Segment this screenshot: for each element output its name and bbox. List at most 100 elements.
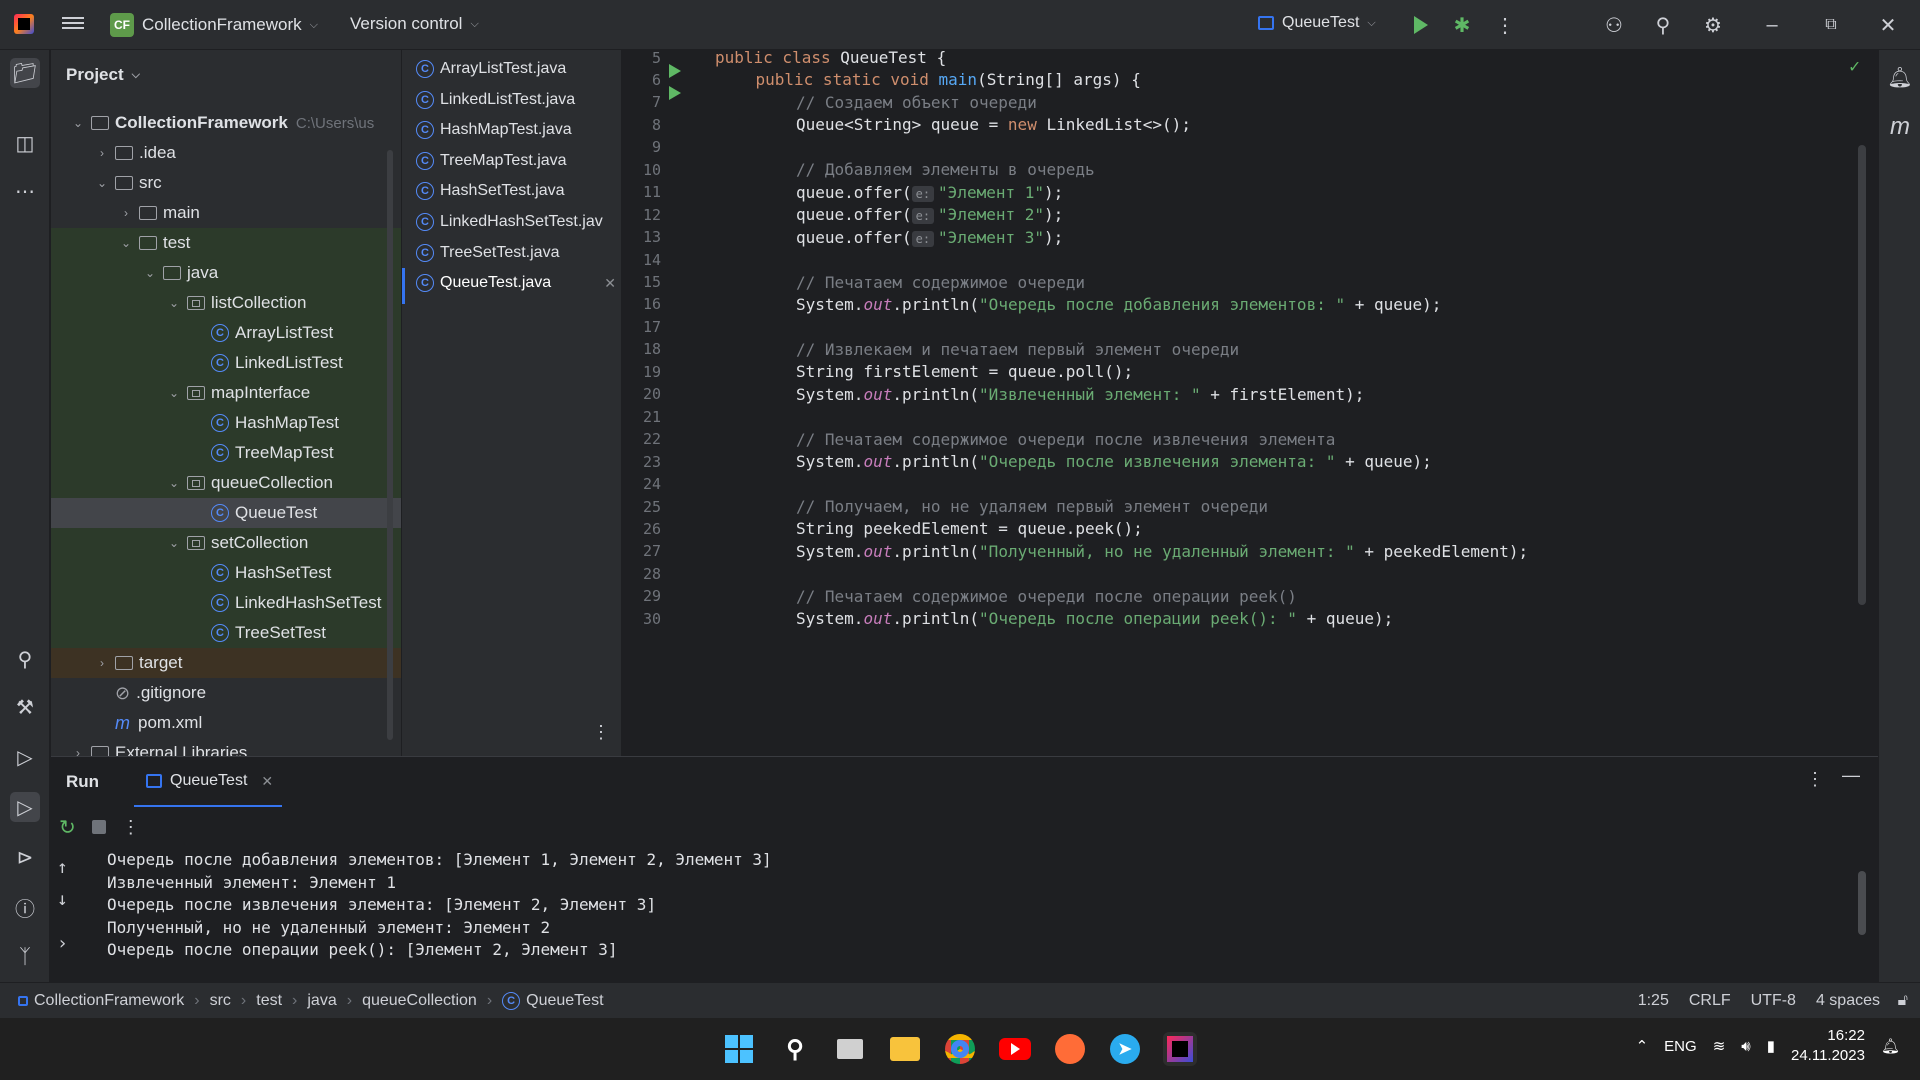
search-everywhere-button[interactable]: ⚲ [1650,12,1676,38]
open-file-item[interactable]: C HashSetTest.java [416,176,616,206]
tree-item[interactable]: ›CHashSetTest [51,558,401,588]
notification-bell-icon[interactable]: 🔔︎ [1881,1037,1900,1055]
windows-start-icon[interactable] [722,1032,756,1066]
tree-item[interactable]: ⌄ mapInterface [51,378,401,408]
chevron-right-icon[interactable]: › [95,656,109,670]
breadcrumb-item[interactable]: queueCollection [362,992,477,1010]
console-vertical-scrollbar[interactable] [1858,871,1866,935]
tree-item[interactable]: ›CTreeSetTest [51,618,401,648]
open-file-item[interactable]: C HashMapTest.java [416,115,616,145]
file-encoding[interactable]: UTF-8 [1751,992,1796,1010]
breadcrumb-item[interactable]: CollectionFramework [34,992,184,1010]
close-tab-icon[interactable]: ✕ [604,275,616,292]
tree-item[interactable]: ›CArrayListTest [51,318,401,348]
chevron-down-icon[interactable]: ⌄ [167,296,181,310]
tree-item[interactable]: ⌄ test [51,228,401,258]
tree-item[interactable]: › .idea [51,138,401,168]
file-explorer-icon[interactable] [888,1032,922,1066]
project-panel-header[interactable]: Project ⌵ [51,50,401,100]
main-menu-icon[interactable] [62,14,84,34]
chevron-right-icon[interactable]: › [57,933,68,954]
task-view-icon[interactable] [833,1032,867,1066]
more-vertical-icon[interactable]: ⋮ [592,722,610,743]
notifications-button[interactable]: 🔔︎ [1885,62,1915,92]
volume-icon[interactable]: 🔊︎ [1741,1038,1750,1055]
tree-item[interactable]: ›⊘.gitignore [51,678,401,708]
minimize-button[interactable]: – [1759,12,1785,38]
chevron-right-icon[interactable]: › [95,146,109,160]
close-button[interactable]: ✕ [1875,12,1901,38]
run-tab-queuetest[interactable]: QueueTest ✕ [134,757,282,807]
chevron-down-icon[interactable]: ⌄ [167,386,181,400]
code-with-me-button[interactable]: ⚇ [1601,12,1627,38]
arrow-down-icon[interactable]: ↓ [57,889,68,910]
run-tool-button[interactable]: ▷ [10,792,40,822]
open-file-item[interactable]: C ArrayListTest.java [416,54,616,84]
open-file-item[interactable]: C QueueTest.java ✕ [402,268,616,305]
project-switcher[interactable]: CF CollectionFramework ⌵ [110,12,318,38]
version-control-menu[interactable]: Version control ⌵ [350,14,479,34]
chevron-up-icon[interactable]: ⌃ [1636,1037,1649,1055]
build-tool-button[interactable]: ⚒ [10,692,40,722]
editor-scrollbar[interactable] [1858,145,1866,605]
wifi-icon[interactable]: ≋ [1713,1037,1726,1055]
chevron-down-icon[interactable]: ⌄ [167,536,181,550]
chevron-down-icon[interactable]: ⌄ [143,266,157,280]
problems-tool-button[interactable]: ⓘ [10,892,40,922]
git-tool-button[interactable]: ᛉ [10,942,40,972]
tree-item[interactable]: ⌄ queueCollection [51,468,401,498]
tree-item[interactable]: ›CHashMapTest [51,408,401,438]
telegram-icon[interactable]: ➤ [1108,1032,1142,1066]
chevron-down-icon[interactable]: ⌄ [119,236,133,250]
tree-item[interactable]: ⌄ src [51,168,401,198]
breadcrumb-item[interactable]: src [210,992,231,1010]
console-output[interactable]: ↑ ↓ › Очередь после добавления элементов… [51,850,1878,1075]
tree-item[interactable]: › target [51,648,401,678]
close-icon[interactable]: ✕ [261,773,273,790]
tree-item[interactable]: › main [51,198,401,228]
restore-button[interactable]: ⧉ [1818,12,1844,38]
tree-item[interactable]: ›CTreeMapTest [51,438,401,468]
line-separator[interactable]: CRLF [1689,992,1731,1010]
breadcrumb-item[interactable]: test [256,992,282,1010]
intellij-taskbar-icon[interactable] [1163,1032,1197,1066]
open-file-item[interactable]: C LinkedListTest.java [416,85,616,115]
find-tool-button[interactable]: ⚲ [10,644,40,674]
tree-item[interactable]: ›mpom.xml [51,708,401,738]
clock[interactable]: 16:22 24.11.2023 [1791,1026,1865,1066]
more-tools-button[interactable]: ⋯ [10,176,40,206]
youtube-icon[interactable] [998,1032,1032,1066]
debug-button[interactable]: ✱ [1449,12,1475,38]
tree-item[interactable]: › External Libraries [51,738,401,756]
code-editor[interactable]: ✓ 5 public class QueueTest {6 public stati… [621,50,1878,756]
arrow-up-icon[interactable]: ↑ [57,857,68,878]
hide-panel-icon[interactable]: — [1842,765,1860,786]
open-file-item[interactable]: C LinkedHashSetTest.jav [416,207,616,237]
tree-item[interactable]: ⌄ java [51,258,401,288]
chevron-right-icon[interactable]: › [71,746,85,756]
tree-item[interactable]: ›CQueueTest [51,498,401,528]
lock-icon[interactable]: 🔓︎ [1898,992,1908,1010]
open-file-item[interactable]: C TreeSetTest.java [416,238,616,268]
indent-setting[interactable]: 4 spaces [1816,992,1880,1010]
tree-item[interactable]: ⌄ listCollection [51,288,401,318]
tree-item[interactable]: ›CLinkedListTest [51,348,401,378]
tree-item[interactable]: ›CLinkedHashSetTest [51,588,401,618]
language-indicator[interactable]: ENG [1664,1038,1697,1055]
battery-icon[interactable]: ▮ [1767,1037,1775,1055]
breadcrumb-item[interactable]: QueueTest [526,992,603,1010]
run-button[interactable] [1408,12,1434,38]
tree-item[interactable]: ⌄ setCollection [51,528,401,558]
breadcrumb-item[interactable]: java [307,992,336,1010]
chevron-right-icon[interactable]: › [119,206,133,220]
settings-button[interactable]: ⚙ [1700,12,1726,38]
project-scrollbar[interactable] [387,150,393,740]
intellij-logo-icon[interactable] [14,14,34,34]
open-file-item[interactable]: C TreeMapTest.java [416,146,616,176]
chrome-icon[interactable] [943,1032,977,1066]
chevron-down-icon[interactable]: ⌄ [167,476,181,490]
more-actions-button[interactable]: ⋮ [1492,12,1518,38]
structure-tool-button[interactable]: ◫ [10,128,40,158]
postman-icon[interactable] [1053,1032,1087,1066]
maven-tool-button[interactable]: m [1885,112,1915,142]
